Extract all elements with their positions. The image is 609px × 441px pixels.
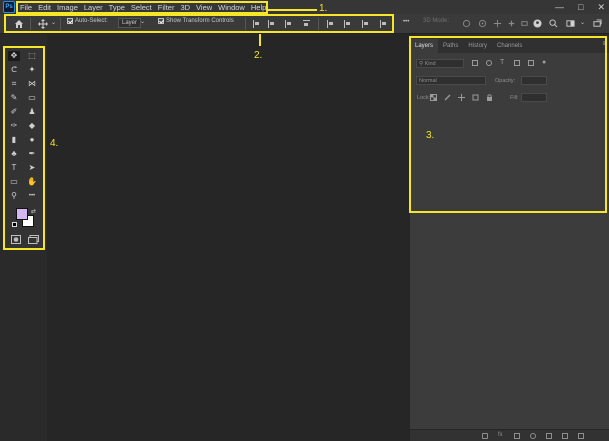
- 3d-roll-icon[interactable]: [478, 19, 487, 28]
- more-options-icon[interactable]: •••: [403, 19, 409, 25]
- new-layer-icon[interactable]: [562, 433, 568, 439]
- document-canvas-area[interactable]: [47, 34, 410, 441]
- minimize-button[interactable]: —: [555, 0, 564, 14]
- annotation-label-menu: 1.: [319, 3, 328, 14]
- workspace-icon[interactable]: [566, 19, 575, 28]
- new-adjustment-layer-icon[interactable]: [530, 433, 536, 439]
- add-mask-icon[interactable]: [514, 433, 520, 439]
- photoshop-logo: Ps: [3, 1, 15, 13]
- window-controls: — □ ✕: [555, 0, 605, 14]
- close-button[interactable]: ✕: [597, 0, 605, 14]
- layers-panel-footer: fx: [410, 429, 609, 441]
- user-account-icon[interactable]: [533, 19, 542, 28]
- annotation-box-panels: [409, 36, 607, 213]
- annotation-label-options: 2.: [254, 50, 263, 61]
- annotation-box-toolbar: [3, 46, 45, 250]
- new-group-icon[interactable]: [546, 433, 552, 439]
- share-icon[interactable]: [593, 19, 602, 28]
- annotation-box-menu: [16, 1, 268, 14]
- search-icon[interactable]: [549, 19, 558, 28]
- 3d-pan-icon[interactable]: [493, 19, 502, 28]
- annotation-leader-menu: [267, 9, 317, 11]
- annotation-label-panels: 3.: [426, 130, 435, 141]
- annotation-box-options: [4, 14, 394, 33]
- 3d-rotate-icon[interactable]: [462, 19, 471, 28]
- annotation-leader-options: [259, 34, 261, 46]
- layer-style-icon[interactable]: fx: [498, 432, 504, 438]
- 3d-slide-icon[interactable]: [507, 19, 516, 28]
- link-layers-icon[interactable]: [482, 433, 488, 439]
- annotation-label-toolbar: 4.: [50, 138, 59, 149]
- delete-layer-icon[interactable]: [578, 433, 584, 439]
- chevron-down-icon[interactable]: ⌄: [580, 19, 585, 26]
- maximize-button[interactable]: □: [578, 0, 583, 14]
- 3d-mode-label: 3D Mode:: [423, 18, 450, 24]
- 3d-scale-icon[interactable]: [520, 19, 529, 28]
